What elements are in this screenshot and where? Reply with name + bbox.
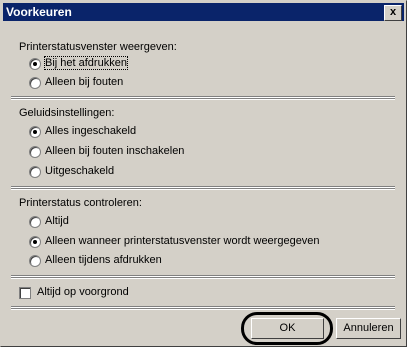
separator	[11, 186, 395, 190]
ok-button[interactable]: OK	[251, 318, 324, 339]
radio-button-icon	[29, 216, 41, 228]
radio-label: Bij het afdrukken	[44, 56, 128, 70]
printer-status-window-label: Printerstatusvenster weergeven:	[19, 41, 177, 53]
radio-label: Alleen bij fouten inschakelen	[45, 145, 185, 157]
title-bar: Voorkeuren x	[3, 3, 404, 21]
separator	[11, 96, 395, 100]
radio-label: Altijd	[45, 215, 69, 227]
radio-button-icon	[29, 166, 41, 178]
cancel-button[interactable]: Annuleren	[336, 318, 401, 339]
sound-settings-label: Geluidsinstellingen:	[19, 107, 115, 119]
dialog-title: Voorkeuren	[6, 5, 72, 19]
radio-button-icon	[29, 255, 41, 267]
always-on-top-checkbox[interactable]	[19, 287, 31, 299]
radio-label: Alleen wanneer printerstatusvenster word…	[45, 235, 320, 247]
radio-label: Alleen tijdens afdrukken	[45, 254, 162, 266]
separator	[11, 306, 395, 310]
radio-button-icon	[29, 126, 41, 138]
printer-status-check-label: Printerstatus controleren:	[19, 197, 142, 209]
radio-label: Alleen bij fouten	[45, 76, 124, 88]
radio-button-icon	[29, 77, 41, 89]
always-on-top-label: Altijd op voorgrond	[37, 286, 129, 298]
radio-button-icon	[29, 146, 41, 158]
radio-label: Uitgeschakeld	[45, 165, 115, 177]
radio-button-icon	[29, 58, 41, 70]
radio-button-icon	[29, 236, 41, 248]
close-button[interactable]: x	[384, 5, 402, 21]
separator	[11, 275, 395, 279]
radio-label: Alles ingeschakeld	[45, 125, 137, 137]
preferences-dialog: Voorkeuren x Printerstatusvenster weerge…	[0, 0, 407, 347]
